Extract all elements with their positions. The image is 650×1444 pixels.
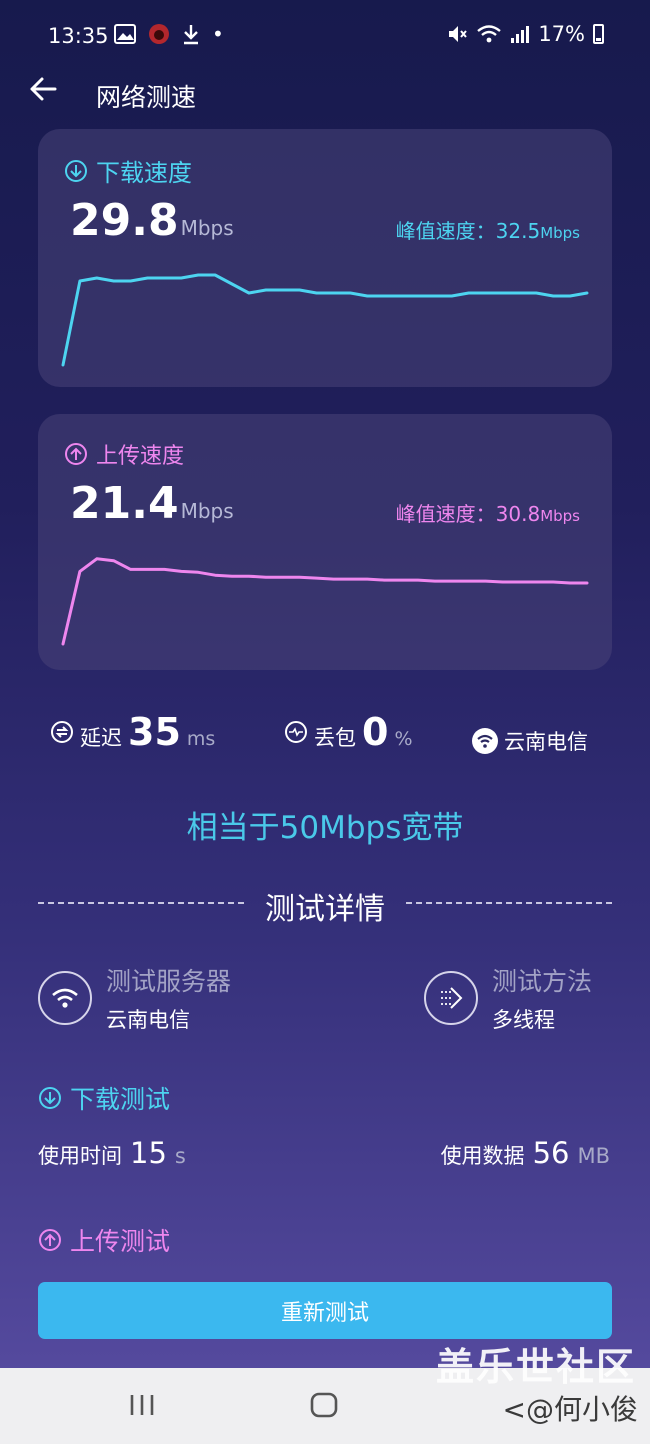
upload-card-title: 上传速度: [96, 444, 185, 469]
upload-peak: 峰值速度：30.8Mbps: [396, 498, 580, 527]
download-speed-value: 29.8 Mbps: [70, 195, 234, 246]
download-time-used: 使用时间 15 s: [38, 1136, 186, 1170]
latency-icon: [51, 721, 73, 743]
test-method-label: 测试方法: [492, 967, 593, 996]
notification-icons: •: [114, 22, 224, 46]
signal-icon: [511, 26, 530, 43]
download-speed-chart: [61, 273, 589, 367]
test-server-label: 测试服务器: [106, 967, 232, 996]
back-arrow-icon: [30, 77, 57, 101]
upload-speed-value: 21.4 Mbps: [70, 478, 234, 529]
more-notifications-icon: •: [212, 22, 224, 46]
watermark-author: <@何小俊: [502, 1393, 638, 1426]
app-bar: 网络测速: [0, 74, 650, 128]
upload-speed-number: 21.4: [70, 478, 179, 529]
test-method-info: 测试方法 多线程: [424, 962, 592, 1034]
latency-value: 35: [128, 710, 181, 754]
upload-speed-line: [61, 557, 589, 646]
download-icon: [184, 25, 198, 45]
download-test-icon: [39, 1087, 61, 1109]
data-used-value: 56: [532, 1136, 570, 1170]
packet-loss-label: 丢包: [314, 726, 356, 750]
download-peak-value: 32.5: [495, 219, 541, 243]
test-server-value: 云南电信: [106, 1008, 190, 1032]
test-details-header: 测试详情: [38, 880, 612, 930]
download-test-title: 下载测试: [70, 1085, 171, 1114]
download-peak-label: 峰值速度：: [395, 219, 496, 243]
wifi-icon: [477, 25, 502, 43]
test-server-info: 测试服务器 云南电信: [38, 962, 231, 1034]
latency-unit: ms: [186, 728, 216, 750]
upload-peak-unit: Mbps: [540, 507, 580, 525]
download-peak-unit: Mbps: [540, 224, 580, 242]
isp-metric: 云南电信: [472, 726, 588, 756]
download-peak: 峰值速度：32.5Mbps: [396, 215, 580, 244]
mute-icon: [449, 26, 468, 42]
battery-percent: 17%: [538, 22, 585, 46]
packet-loss-unit: %: [394, 728, 413, 750]
app-notification-icon: [149, 24, 169, 44]
download-speed-card: 下载速度 29.8 Mbps 峰值速度：32.5Mbps: [38, 129, 612, 387]
back-button[interactable]: [28, 74, 64, 110]
upload-card-header: 上传速度: [64, 438, 184, 470]
packet-loss-icon: [285, 721, 307, 743]
home-button[interactable]: [309, 1390, 339, 1424]
isp-name: 云南电信: [504, 730, 588, 754]
equivalent-bandwidth: 相当于50Mbps宽带: [186, 810, 464, 846]
packet-loss-value: 0: [362, 710, 389, 754]
download-speed-line: [61, 273, 589, 367]
download-speed-unit: Mbps: [180, 216, 234, 240]
retest-button[interactable]: 重新测试: [38, 1282, 612, 1339]
right-divider: [406, 902, 612, 904]
upload-peak-label: 峰值速度：: [395, 502, 496, 526]
status-bar: 13:35 • 17%: [0, 0, 650, 74]
time-used-label: 使用时间: [38, 1144, 122, 1168]
system-icons: 17%: [446, 22, 604, 46]
download-circle-icon: [65, 159, 87, 182]
upload-speed-card: 上传速度 21.4 Mbps 峰值速度：30.8Mbps: [38, 414, 612, 670]
test-method-value: 多线程: [492, 1008, 555, 1032]
status-time: 13:35: [48, 24, 109, 48]
download-card-title: 下载速度: [96, 159, 192, 187]
data-used-unit: MB: [577, 1144, 610, 1168]
upload-test-title: 上传测试: [70, 1227, 171, 1256]
time-used-unit: s: [174, 1144, 186, 1168]
recent-apps-icon: [130, 1395, 154, 1415]
packet-loss-metric: 丢包 0 %: [284, 710, 413, 754]
latency-label: 延迟: [80, 726, 122, 750]
home-icon: [310, 1392, 338, 1418]
metrics-row: 延迟 35 ms 丢包 0 % 云南电信: [0, 704, 650, 764]
time-used-value: 15: [130, 1136, 167, 1170]
page-title: 网络测速: [96, 83, 197, 112]
download-speed-number: 29.8: [70, 195, 179, 246]
battery-icon: [593, 24, 604, 44]
upload-circle-icon: [65, 443, 87, 465]
upload-test-icon: [39, 1229, 61, 1251]
download-data-used: 使用数据 56 MB: [441, 1136, 610, 1170]
download-test-header: 下载测试: [38, 1080, 170, 1116]
upload-speed-chart: [61, 557, 589, 646]
multithread-icon: [424, 971, 478, 1025]
upload-peak-value: 30.8: [495, 502, 541, 526]
upload-speed-unit: Mbps: [180, 499, 234, 523]
server-wifi-icon: [38, 971, 92, 1025]
wifi-circle-icon: [472, 728, 498, 754]
upload-test-header: 上传测试: [38, 1222, 170, 1258]
data-used-label: 使用数据: [440, 1144, 525, 1168]
latency-metric: 延迟 35 ms: [50, 710, 215, 754]
image-icon: [114, 24, 136, 44]
recent-apps-button[interactable]: [128, 1390, 156, 1424]
download-card-header: 下载速度: [64, 153, 192, 188]
test-details-title: 测试详情: [265, 892, 385, 927]
watermark-title: 盖乐世社区: [435, 1345, 636, 1389]
